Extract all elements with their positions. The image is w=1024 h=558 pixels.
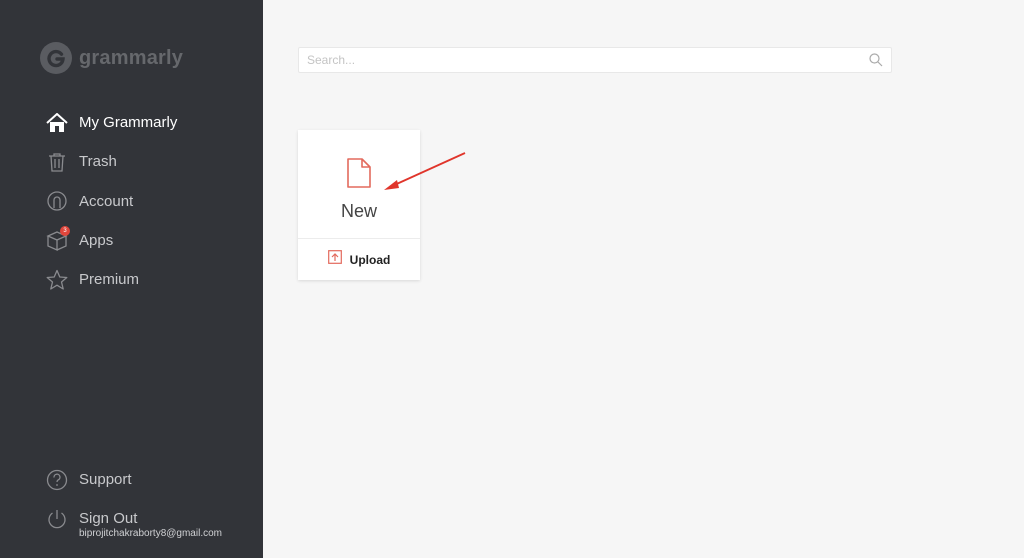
- search-icon[interactable]: [869, 53, 883, 72]
- search-bar: [298, 47, 892, 73]
- sidebar-item-apps[interactable]: 3 Apps: [45, 221, 255, 260]
- search-input[interactable]: [299, 48, 847, 72]
- sidebar-item-label: Account: [79, 192, 134, 210]
- apps-box-icon: 3: [45, 225, 70, 253]
- sidebar-bottom-nav: Support Sign Out: [45, 460, 260, 538]
- brand-name: grammarly: [79, 46, 184, 69]
- upload-label: Upload: [349, 252, 391, 267]
- sidebar-item-support[interactable]: Support: [45, 460, 260, 499]
- upload-button[interactable]: Upload: [298, 239, 420, 280]
- apps-badge: 3: [60, 225, 70, 236]
- star-icon: [45, 268, 69, 292]
- sidebar-item-label: Premium: [79, 271, 140, 289]
- sidebar-item-label: Apps: [79, 232, 114, 250]
- upload-icon: [327, 250, 342, 269]
- user-email: biprojitchakraborty8@gmail.com: [79, 528, 222, 539]
- new-document-icon: [346, 158, 372, 193]
- power-icon: [45, 507, 69, 531]
- trash-icon: [45, 150, 69, 174]
- grammarly-logo[interactable]: grammarly: [40, 42, 183, 74]
- sidebar-item-account[interactable]: Account: [45, 182, 255, 221]
- annotation-arrow: [384, 152, 466, 190]
- sidebar-nav: My Grammarly Trash Account 3 Apps Premiu…: [45, 103, 255, 299]
- grammarly-g-icon: [40, 42, 72, 74]
- sidebar-item-label: My Grammarly: [79, 114, 178, 132]
- question-icon: [45, 468, 69, 492]
- sidebar-item-my-grammarly[interactable]: My Grammarly: [45, 103, 255, 142]
- new-document-label: New: [340, 201, 377, 221]
- sidebar-item-trash[interactable]: Trash: [45, 142, 255, 181]
- sidebar-item-label: Support: [79, 471, 132, 488]
- home-icon: [45, 111, 69, 135]
- account-icon: [45, 189, 69, 213]
- sidebar-item-label: Sign Out: [79, 510, 138, 527]
- sidebar: grammarly My Grammarly Trash Account 3 A…: [0, 0, 263, 558]
- sidebar-item-premium[interactable]: Premium: [45, 260, 255, 299]
- sidebar-item-label: Trash: [79, 153, 117, 171]
